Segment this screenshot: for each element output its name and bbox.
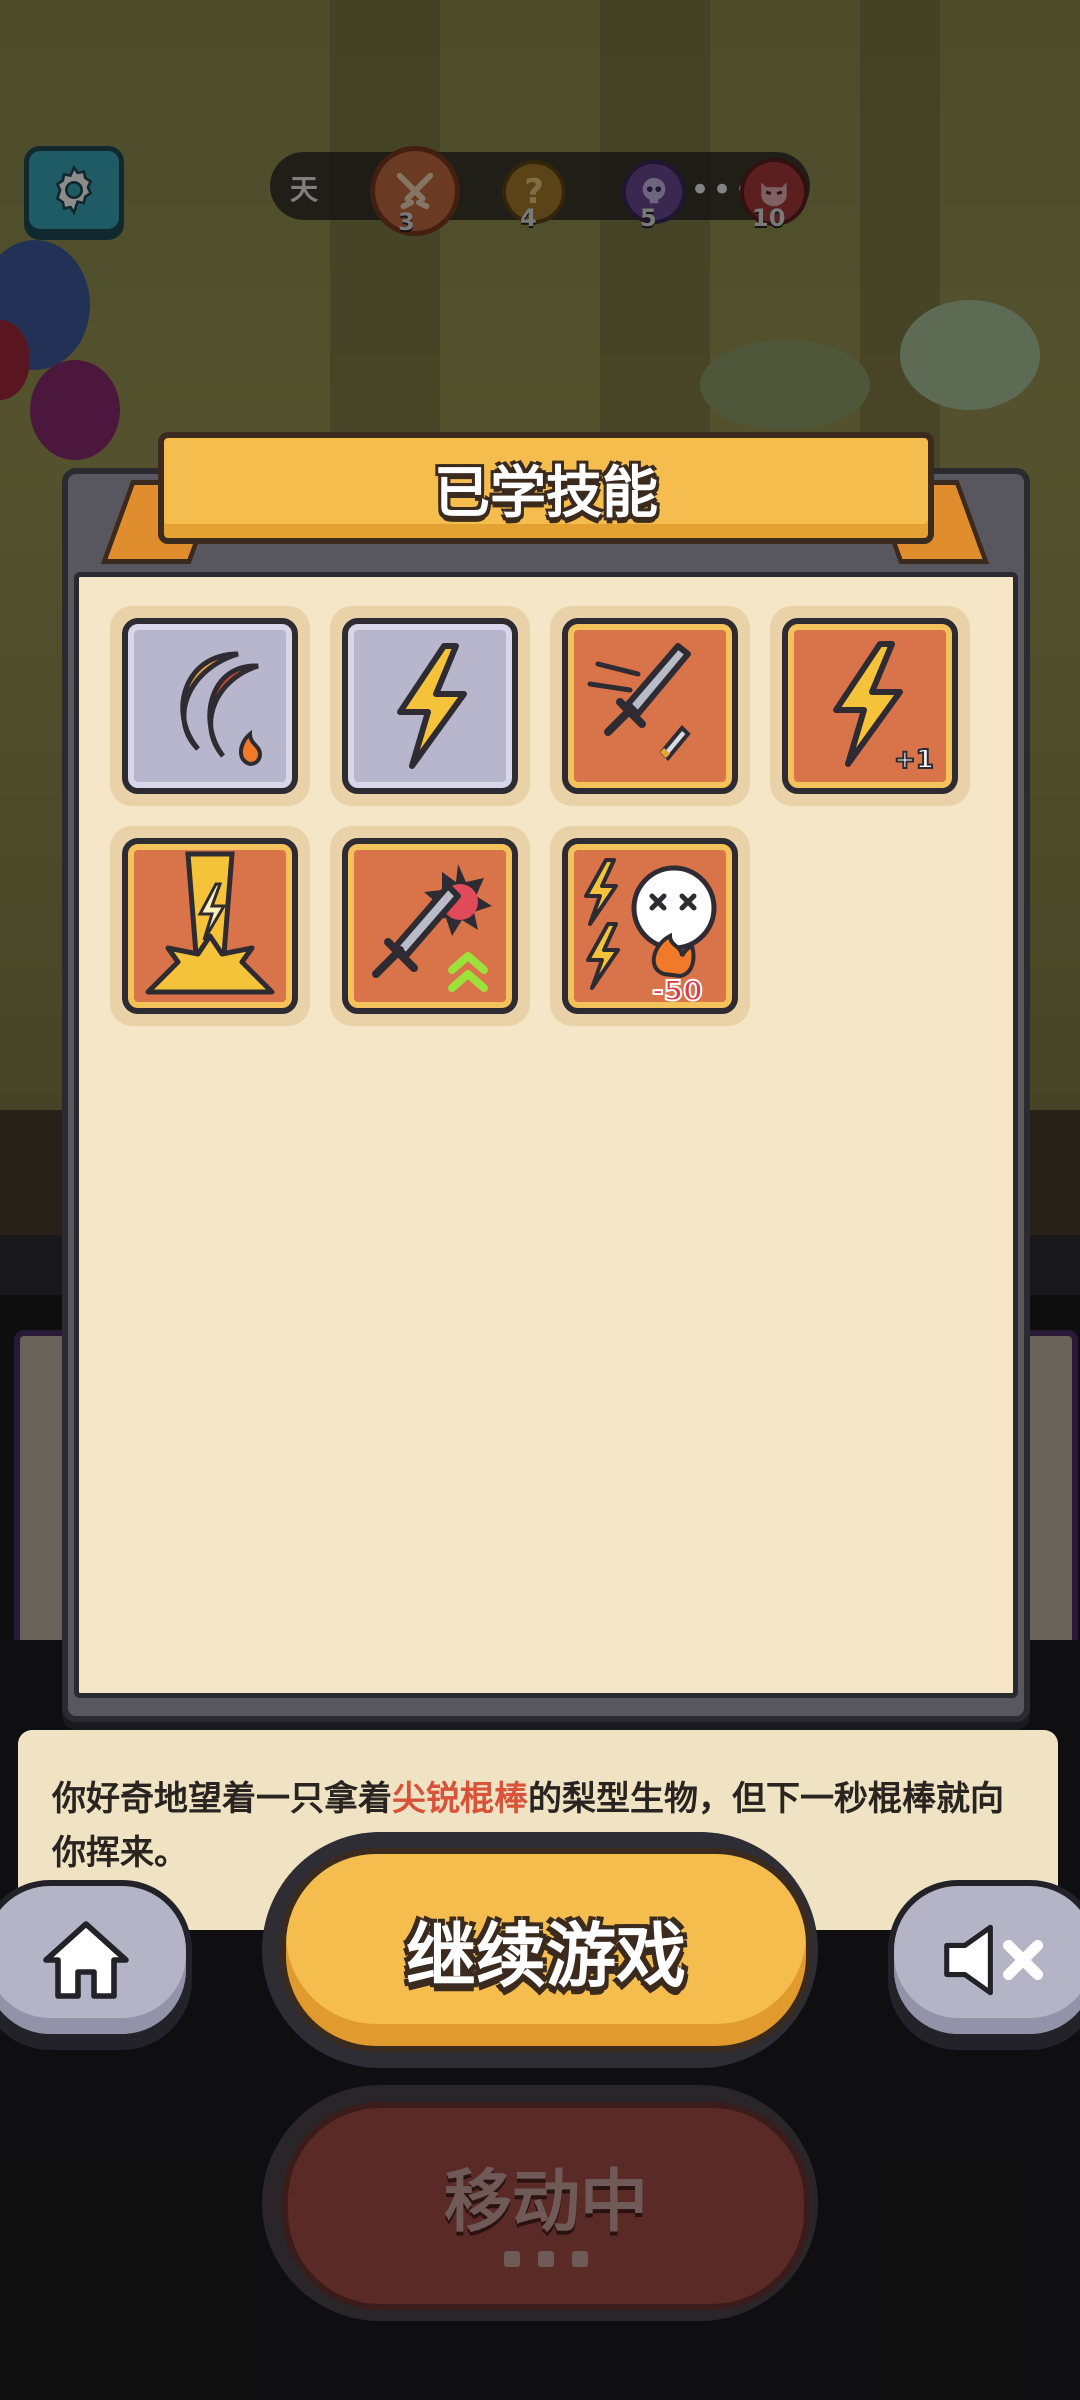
skill-icon-frame — [122, 618, 298, 794]
lightning-beam-icon — [145, 851, 275, 995]
loading-dots-icon — [504, 2250, 588, 2267]
skill-slot[interactable] — [110, 826, 310, 1026]
home-icon — [43, 1921, 129, 1999]
skill-badge: -50 — [652, 974, 703, 1007]
moving-status-label: 移动中 — [443, 2162, 648, 2242]
skill-icon-frame: -50 — [562, 838, 738, 1014]
home-button[interactable] — [0, 1880, 192, 2040]
crescent-flame-icon — [180, 651, 263, 767]
skill-slot[interactable]: +1 — [770, 606, 970, 806]
continue-game-label: 继续游戏 — [406, 1914, 686, 1997]
skill-icon-frame — [342, 838, 518, 1014]
skill-icon-frame — [342, 618, 518, 794]
skill-slot[interactable] — [110, 606, 310, 806]
lightning-icon — [397, 643, 467, 769]
sword-dash-icon — [587, 643, 691, 761]
moving-status-button: 移动中 — [282, 2102, 810, 2310]
skill-slot[interactable] — [550, 606, 750, 806]
sound-muted-icon — [944, 1924, 1044, 1996]
skill-icon-frame — [562, 618, 738, 794]
skill-icon-frame: +1 — [782, 618, 958, 794]
modal-title-ribbon: 已学技能 — [158, 432, 934, 544]
skill-slot[interactable] — [330, 606, 530, 806]
skill-badge: +1 — [894, 745, 934, 775]
skill-slot[interactable] — [330, 826, 530, 1026]
story-text-part: 你好奇地望着一只拿着 — [52, 1779, 392, 1819]
modal-title: 已学技能 — [434, 460, 658, 526]
story-highlight: 尖锐棍棒 — [392, 1779, 528, 1819]
lightning-plus-icon: +1 — [833, 641, 935, 776]
skill-icon-frame — [122, 838, 298, 1014]
skill-slot[interactable]: -50 — [550, 826, 750, 1026]
mute-button[interactable] — [888, 1880, 1080, 2040]
lightning-skull-icon: -50 — [584, 858, 717, 1008]
continue-game-button[interactable]: 继续游戏 — [280, 1848, 812, 2052]
sword-upgrade-icon — [372, 864, 492, 992]
